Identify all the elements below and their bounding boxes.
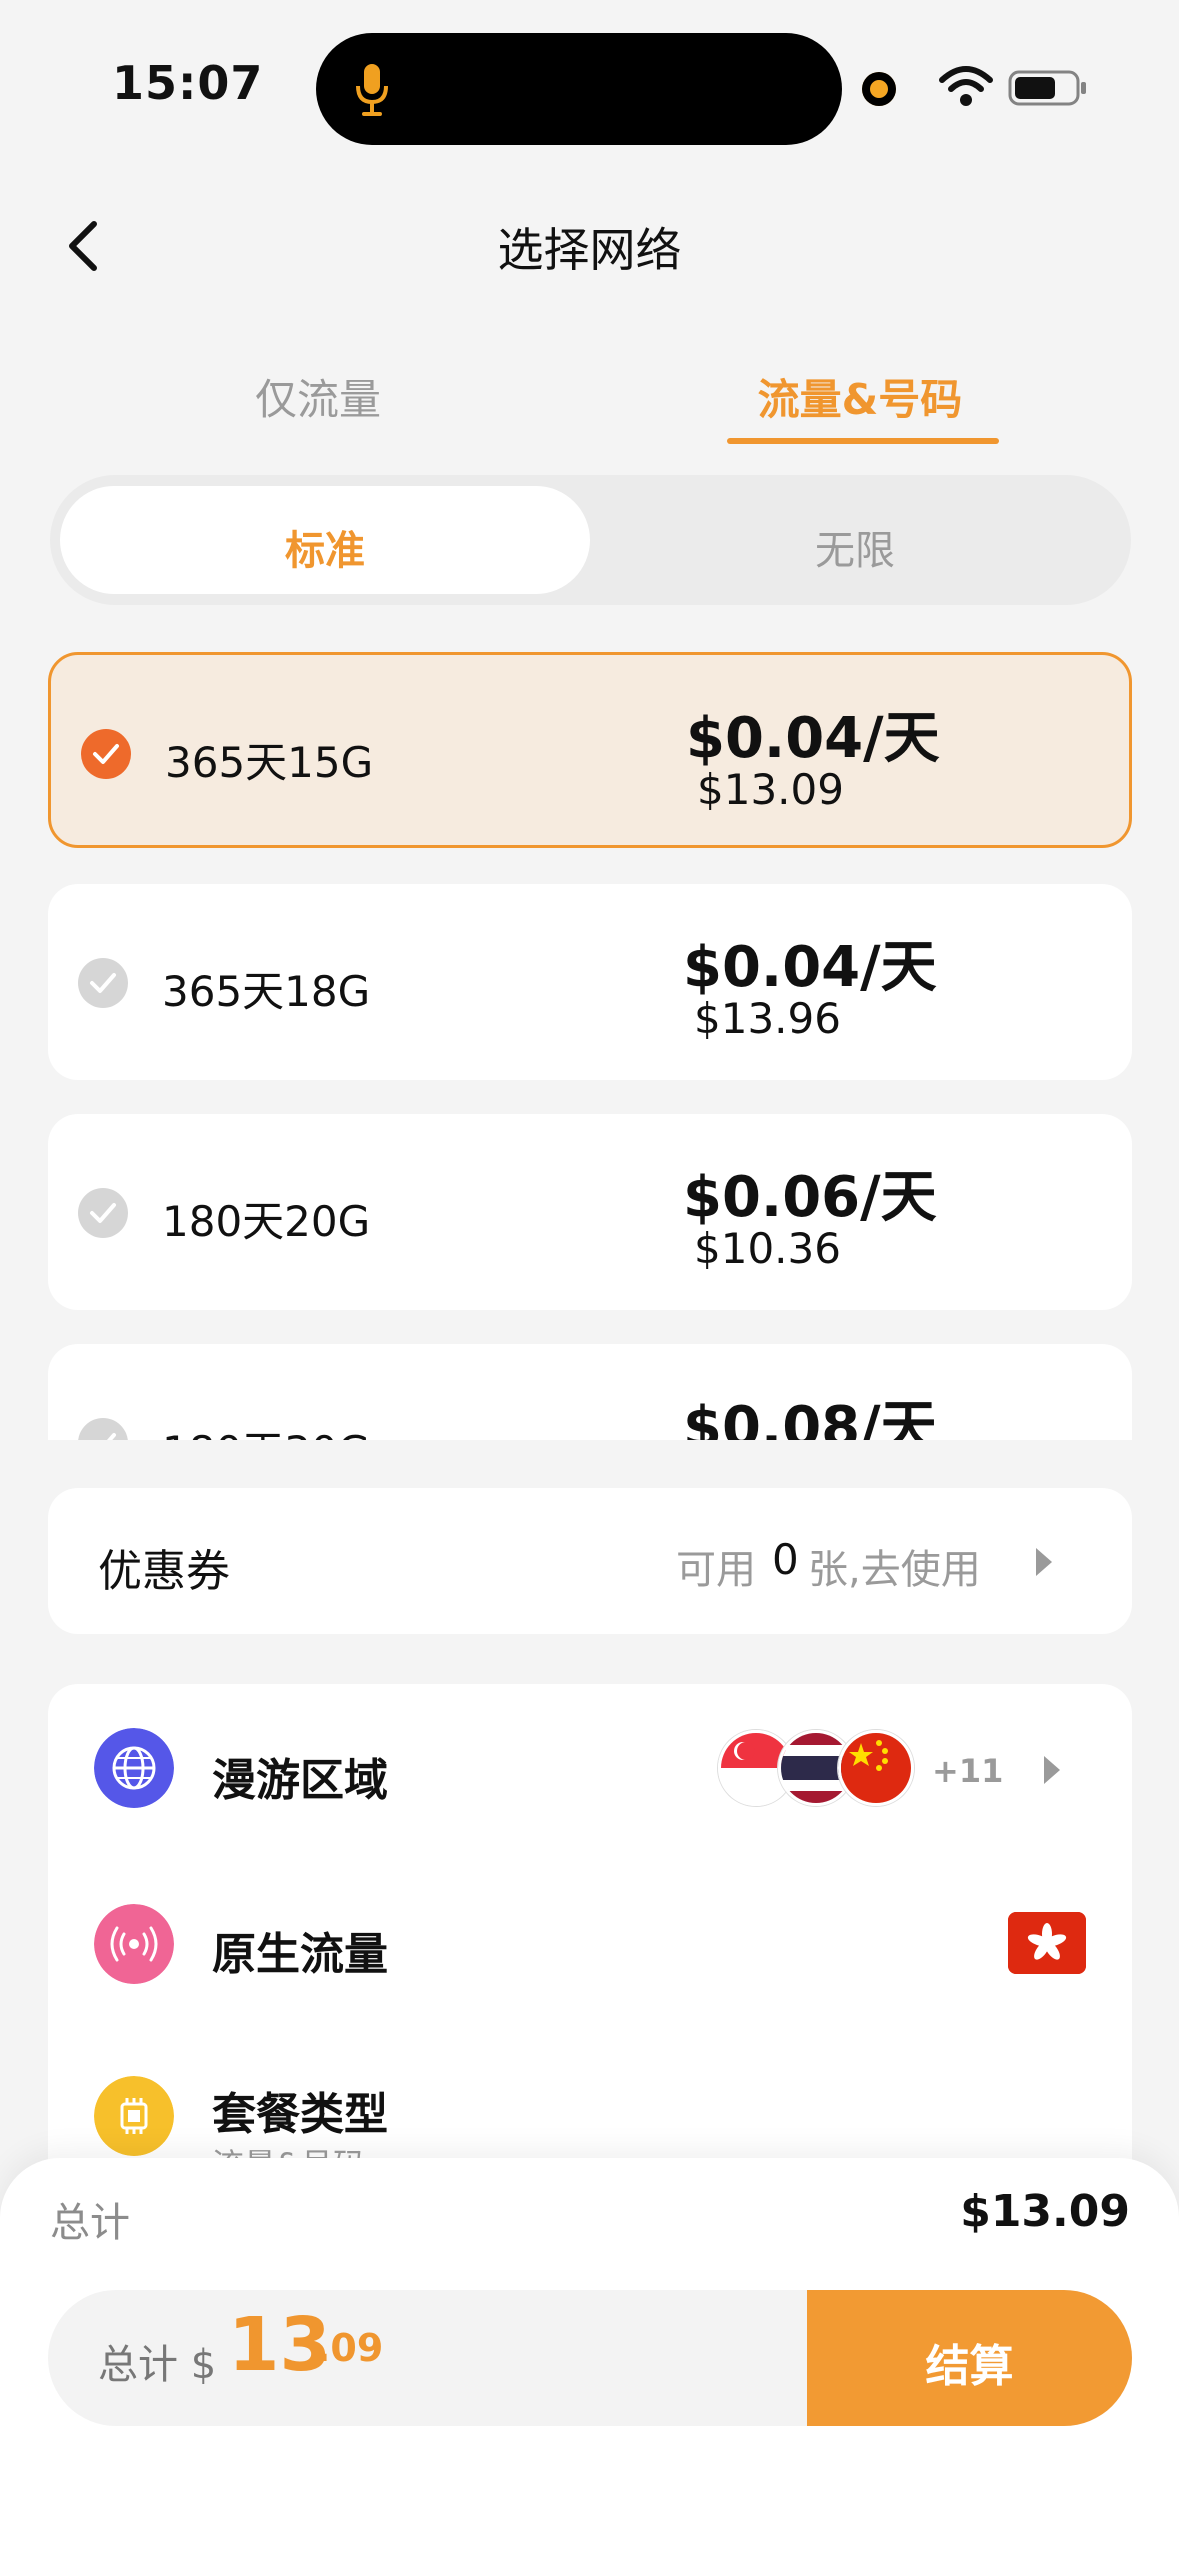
signal-broadcast-icon bbox=[94, 1904, 174, 1984]
roaming-flags[interactable] bbox=[718, 1730, 928, 1808]
plan-price-per-day: $0.08/天 bbox=[683, 1395, 937, 1440]
chevron-right-icon[interactable] bbox=[1036, 1548, 1052, 1576]
plan-card[interactable]: 365天18G $0.04/天 $13.96 bbox=[48, 884, 1132, 1080]
segment-unlimited[interactable]: 无限 bbox=[590, 518, 1120, 576]
total-value: $13.09 bbox=[960, 2186, 1130, 2237]
pay-total-prefix: 总计 $ bbox=[98, 2342, 217, 2388]
package-type-label: 套餐类型 bbox=[212, 2089, 388, 2140]
plan-total-price: $10.36 bbox=[694, 1224, 841, 1273]
active-tab-indicator bbox=[727, 438, 999, 444]
battery-icon bbox=[1008, 70, 1086, 106]
checkout-button-label[interactable]: 结算 bbox=[807, 2330, 1132, 2394]
china-flag-icon bbox=[838, 1730, 914, 1806]
chevron-right-icon[interactable] bbox=[1044, 1756, 1060, 1784]
plan-total-price: $13.09 bbox=[697, 765, 844, 814]
plan-price-per-day: $0.04/天 bbox=[686, 706, 940, 771]
plan-card[interactable]: 180天30G $0.08/天 bbox=[48, 1344, 1132, 1440]
unselected-check-icon bbox=[78, 1418, 128, 1440]
total-label: 总计 bbox=[50, 2200, 130, 2246]
chip-icon bbox=[94, 2076, 174, 2156]
page-title: 选择网络 bbox=[497, 223, 682, 277]
dynamic-island bbox=[316, 33, 842, 145]
plan-card[interactable]: 365天15G $0.04/天 $13.09 bbox=[48, 652, 1132, 848]
tab-data-and-number[interactable]: 流量&号码 bbox=[660, 366, 1060, 427]
unselected-check-icon bbox=[78, 958, 128, 1008]
roaming-more-count: +11 bbox=[932, 1752, 1004, 1790]
status-time: 15:07 bbox=[112, 56, 264, 110]
roaming-area-label: 漫游区域 bbox=[212, 1755, 388, 1806]
microphone-icon bbox=[356, 64, 388, 116]
plan-name: 365天18G bbox=[162, 967, 371, 1016]
tab-data-only[interactable]: 仅流量 bbox=[118, 366, 518, 427]
plan-name: 180天30G bbox=[162, 1418, 370, 1440]
plan-price-per-day: $0.04/天 bbox=[683, 935, 937, 1000]
segment-standard-label[interactable]: 标准 bbox=[60, 518, 590, 576]
selected-check-icon bbox=[81, 729, 131, 779]
recording-indicator-icon bbox=[862, 72, 896, 106]
coupon-available-prefix: 可用 bbox=[676, 1547, 756, 1593]
hong-kong-flag-icon bbox=[1008, 1912, 1086, 1974]
coupon-use-link[interactable]: 张,去使用 bbox=[808, 1537, 981, 1595]
plan-card[interactable]: 180天20G $0.06/天 $10.36 bbox=[48, 1114, 1132, 1310]
plan-price-per-day: $0.06/天 bbox=[683, 1165, 937, 1230]
unselected-check-icon bbox=[78, 1188, 128, 1238]
plan-total-price: $13.96 bbox=[694, 994, 841, 1043]
coupon-available-count: 0 bbox=[772, 1535, 799, 1584]
plan-name: 365天15G bbox=[165, 738, 374, 787]
plan-list: 365天15G $0.04/天 $13.09 365天18G $0.04/天 $… bbox=[48, 652, 1132, 1440]
globe-icon bbox=[94, 1728, 174, 1808]
coupon-label: 优惠券 bbox=[98, 1546, 230, 1597]
plan-name: 180天20G bbox=[162, 1197, 371, 1246]
pay-total-decimal: .09 bbox=[316, 2326, 384, 2370]
wifi-icon bbox=[939, 66, 993, 106]
native-data-label: 原生流量 bbox=[212, 1929, 388, 1980]
